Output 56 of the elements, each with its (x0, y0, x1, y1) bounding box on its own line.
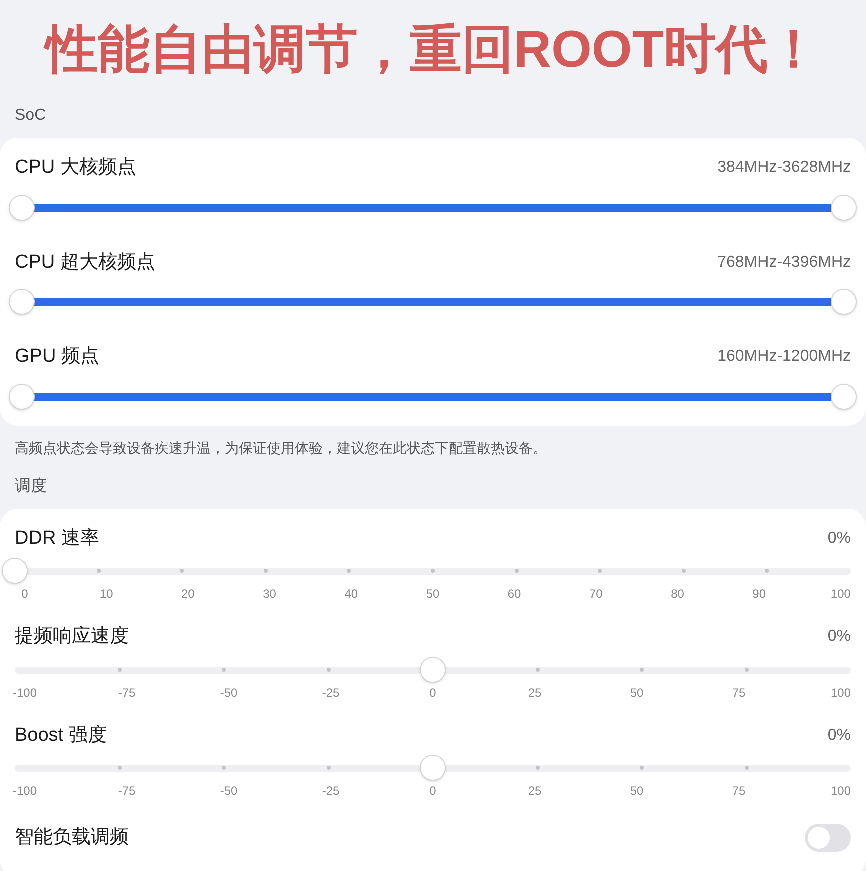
tick-label: 25 (527, 783, 543, 800)
percent-reading: 0% (828, 627, 851, 648)
tick-label: 0 (428, 783, 438, 800)
tick-label: 100 (830, 783, 852, 800)
section-title: 调度 (14, 476, 48, 496)
tick-label: 75 (731, 684, 747, 702)
tick-label: 90 (752, 586, 768, 603)
tick-label: 70 (588, 586, 604, 603)
tick-label: -75 (117, 783, 137, 800)
percent-reading: 0% (828, 726, 851, 746)
slider-thumb[interactable] (831, 384, 857, 410)
tick-label: 0 (20, 586, 30, 603)
range-reading: 160MHz-1200MHz (718, 347, 851, 368)
range-reading: 384MHz-3628MHz (718, 158, 851, 178)
slider-thumb[interactable] (420, 656, 446, 682)
slider-thumb[interactable] (9, 289, 35, 315)
tick-label: -25 (321, 684, 341, 702)
tick-label: 50 (425, 586, 441, 603)
tick-label: -100 (12, 684, 38, 702)
section-title: SoC (14, 106, 48, 126)
tick-label: 50 (629, 684, 645, 702)
slider-thumb[interactable] (831, 194, 857, 220)
slider-thumb[interactable] (420, 755, 446, 781)
tick-label: 60 (506, 586, 522, 603)
tick-label: 30 (262, 586, 278, 603)
warning-note: 高频点状态会导致设备疾速升温，为保证使用体验，建议您在此状态下配置散热设备。 (14, 438, 548, 458)
tick-label: -50 (219, 783, 239, 800)
range-reading: 768MHz-4396MHz (718, 252, 851, 273)
tick-label: 40 (344, 586, 360, 603)
setting-label: 提频响应速度 (15, 625, 129, 649)
slider-thumb[interactable] (9, 194, 35, 220)
slider-thumb[interactable] (9, 384, 35, 410)
setting-label: Boost 强度 (15, 724, 107, 748)
setting-label: CPU 超大核频点 (15, 250, 156, 274)
tick-label: 10 (98, 586, 114, 603)
headline: 性能自由调节，重回ROOT时代！ (42, 20, 822, 81)
slider-thumb[interactable] (2, 558, 28, 584)
tick-label: -50 (219, 684, 239, 702)
toggle-switch[interactable] (805, 824, 851, 852)
tick-label: 25 (527, 684, 543, 702)
tick-label: 20 (180, 586, 196, 603)
tick-label: -75 (117, 684, 137, 702)
setting-label: DDR 速率 (15, 526, 100, 550)
tick-label: 80 (670, 586, 686, 603)
setting-label: GPU 频点 (15, 345, 100, 369)
tick-label: -100 (12, 783, 38, 800)
tick-label: 75 (731, 783, 747, 800)
slider-thumb[interactable] (831, 289, 857, 315)
tick-label: 0 (428, 684, 438, 702)
tick-label: 50 (629, 783, 645, 800)
tick-label: 100 (830, 684, 852, 702)
tick-label: -25 (321, 783, 341, 800)
percent-reading: 0% (828, 528, 851, 549)
setting-label: CPU 大核频点 (15, 156, 136, 180)
tick-label: 100 (830, 586, 852, 603)
setting-label: 智能负载调频 (15, 826, 129, 850)
